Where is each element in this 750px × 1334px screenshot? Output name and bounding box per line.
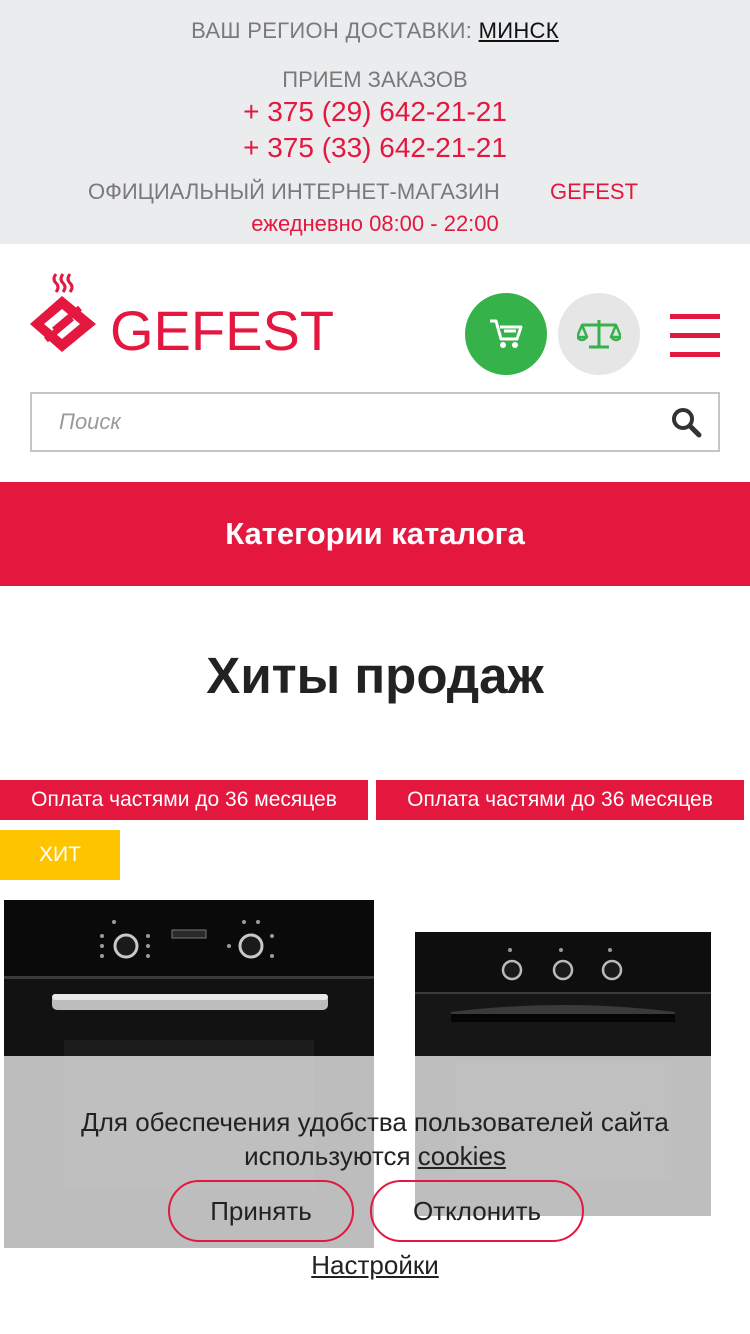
decline-button[interactable]: Отклонить: [370, 1180, 584, 1242]
compare-button[interactable]: [558, 293, 640, 375]
official-store-brand: GEFEST: [550, 179, 639, 204]
search-box: [30, 392, 720, 452]
cookie-text: Для обеспечения удобства пользователей с…: [0, 1105, 750, 1173]
hamburger-line: [670, 333, 720, 338]
region-link[interactable]: МИНСК: [479, 18, 559, 43]
search-icon[interactable]: [670, 406, 702, 438]
working-hours: ежедневно 08:00 - 22:00: [251, 211, 499, 236]
gefest-logo-mark-icon: GEFEST: [30, 273, 334, 362]
cookie-settings: Настройки: [0, 1250, 750, 1281]
cookies-link[interactable]: cookies: [418, 1141, 506, 1171]
installment-badge: Оплата частями до 36 месяцев: [0, 780, 368, 820]
scales-icon: [577, 320, 621, 349]
orders-label: ПРИЕМ ЗАКАЗОВ: [282, 67, 468, 92]
hamburger-icon[interactable]: [670, 314, 720, 358]
delivery-region: ВАШ РЕГИОН ДОСТАВКИ: МИНСК: [0, 18, 750, 44]
catalog-categories-button[interactable]: Категории каталога: [0, 482, 750, 586]
gefest-logo[interactable]: GEFEST: [30, 272, 335, 362]
hamburger-line: [670, 314, 720, 319]
installment-badge: Оплата частями до 36 месяцев: [376, 780, 744, 820]
cookie-message: Для обеспечения удобства пользователей с…: [81, 1107, 669, 1171]
logo-wordmark: GEFEST: [110, 299, 334, 356]
section-title: Хиты продаж: [206, 647, 544, 704]
accept-button[interactable]: Принять: [168, 1180, 354, 1242]
phone-link-1[interactable]: + 375 (29) 642-21-21: [0, 96, 750, 128]
official-store-label: ОФИЦИАЛЬНЫЙ ИНТЕРНЕТ-МАГАЗИН: [88, 179, 500, 204]
hit-badge: ХИТ: [0, 830, 120, 880]
cookie-settings-link[interactable]: Настройки: [311, 1250, 439, 1280]
cart-icon: [490, 319, 523, 348]
top-info-bar: ВАШ РЕГИОН ДОСТАВКИ: МИНСК ПРИЕМ ЗАКАЗОВ…: [0, 0, 750, 244]
cart-button[interactable]: [465, 293, 547, 375]
region-label: ВАШ РЕГИОН ДОСТАВКИ:: [191, 18, 473, 43]
search-input[interactable]: [32, 394, 652, 450]
hamburger-line: [670, 352, 720, 357]
phone-link-2[interactable]: + 375 (33) 642-21-21: [0, 132, 750, 164]
